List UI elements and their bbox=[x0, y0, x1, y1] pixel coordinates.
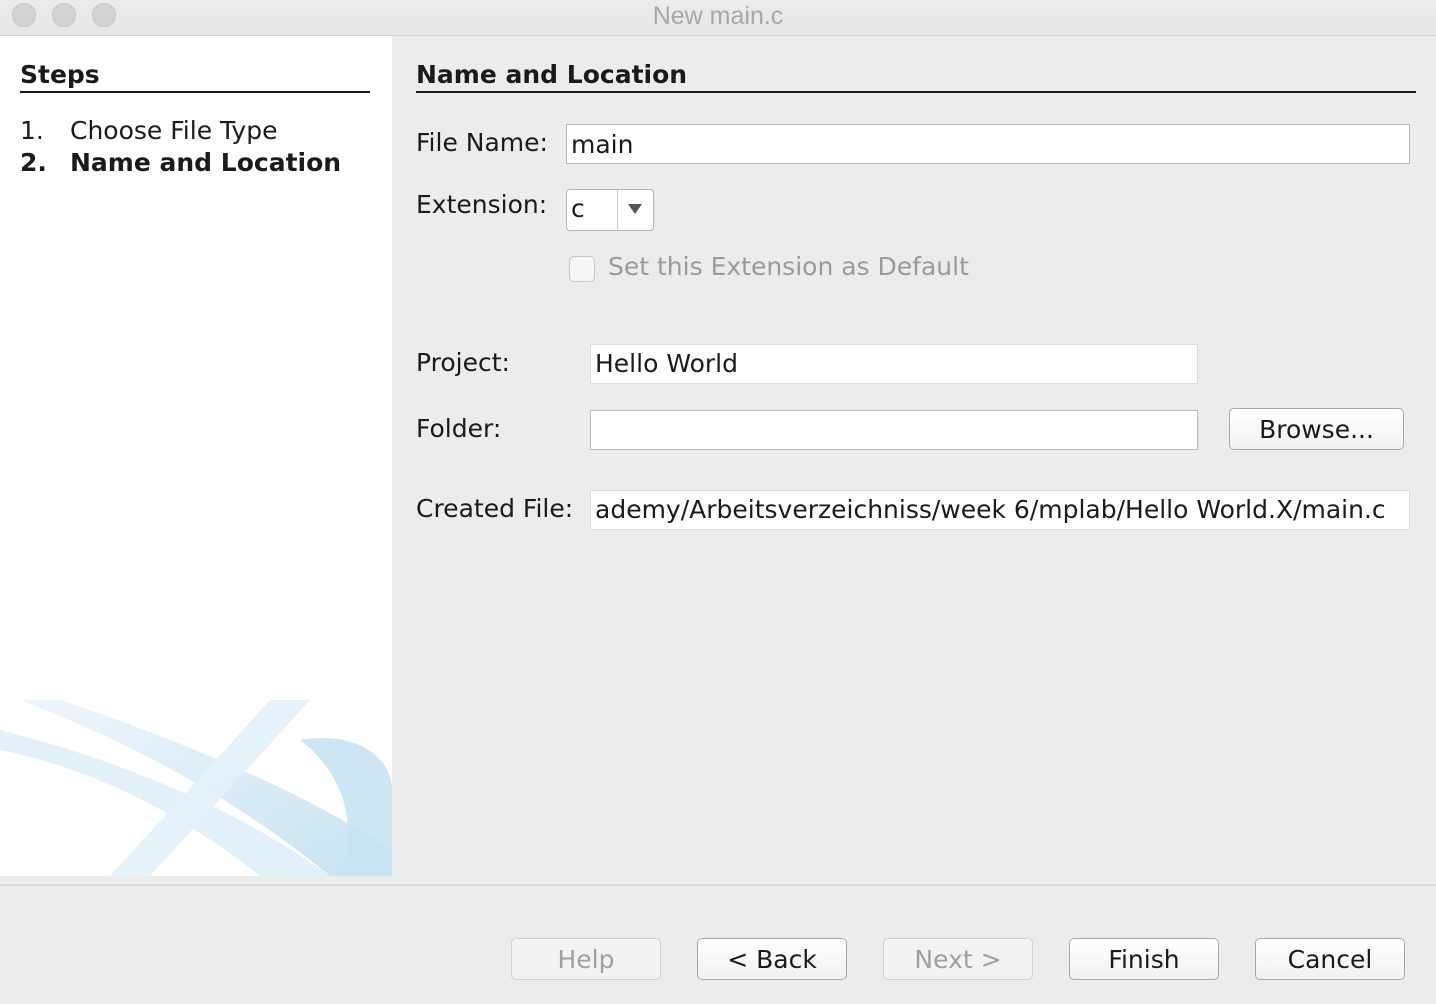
created-file-field: ademy/Arbeitsverzeichniss/week 6/mplab/H… bbox=[590, 490, 1410, 530]
help-button[interactable]: Help bbox=[511, 938, 661, 980]
project-field: Hello World bbox=[590, 344, 1198, 384]
set-default-extension-checkbox[interactable] bbox=[569, 256, 595, 282]
created-file-label: Created File: bbox=[416, 494, 574, 523]
set-default-extension-label: Set this Extension as Default bbox=[608, 252, 969, 281]
folder-label: Folder: bbox=[416, 414, 502, 443]
file-name-input[interactable] bbox=[566, 124, 1410, 164]
back-button[interactable]: < Back bbox=[697, 938, 847, 980]
project-label: Project: bbox=[416, 348, 510, 377]
extension-label: Extension: bbox=[416, 190, 548, 219]
step-label: Name and Location bbox=[70, 148, 342, 177]
step-choose-file-type: 1. Choose File Type bbox=[20, 116, 277, 145]
steps-panel: Steps 1. Choose File Type 2. Name and Loca… bbox=[0, 36, 392, 876]
section-title: Name and Location bbox=[416, 60, 1416, 93]
step-number: 2. bbox=[20, 148, 47, 177]
steps-title: Steps bbox=[20, 60, 370, 93]
created-file-value: ademy/Arbeitsverzeichniss/week 6/mplab/H… bbox=[595, 495, 1386, 524]
extension-value: c bbox=[571, 194, 585, 223]
step-number: 1. bbox=[20, 116, 44, 145]
file-name-label: File Name: bbox=[416, 128, 548, 157]
folder-input[interactable] bbox=[590, 410, 1198, 450]
title-bar: New main.c bbox=[0, 0, 1436, 36]
step-name-and-location: 2. Name and Location bbox=[20, 148, 341, 177]
footer-separator bbox=[0, 884, 1436, 886]
chevron-down-icon[interactable] bbox=[628, 204, 642, 214]
browse-button[interactable]: Browse... bbox=[1229, 408, 1404, 450]
window-title: New main.c bbox=[652, 2, 784, 30]
finish-button[interactable]: Finish bbox=[1069, 938, 1219, 980]
next-button[interactable]: Next > bbox=[883, 938, 1033, 980]
decorative-swoosh-graphic bbox=[0, 700, 392, 876]
combo-divider bbox=[617, 190, 618, 230]
extension-combo[interactable]: c bbox=[566, 189, 654, 231]
step-label: Choose File Type bbox=[70, 116, 278, 145]
cancel-button[interactable]: Cancel bbox=[1255, 938, 1405, 980]
